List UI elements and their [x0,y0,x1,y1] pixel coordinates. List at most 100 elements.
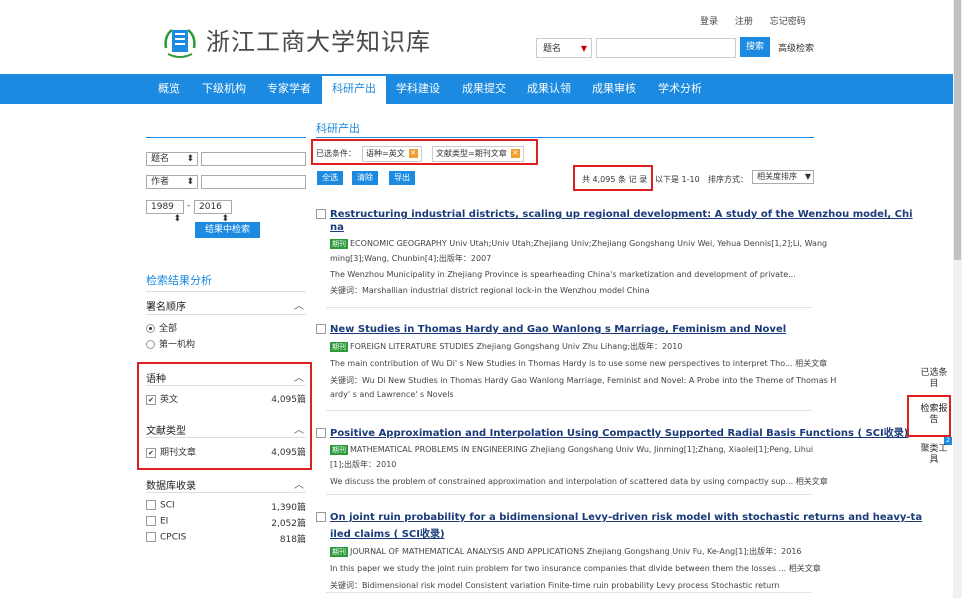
filter-input-1[interactable] [201,152,306,166]
search-in-results-button[interactable]: 结果中检索 [195,222,260,238]
result-meta-text: FOREIGN LITERATURE STUDIES Zhejiang Gong… [350,342,683,351]
result-title-cont[interactable]: iled claims ( SCI收录) [330,525,922,540]
total-count: 共 4,095 条 记 录 [582,175,648,184]
nav-overview[interactable]: 概览 [158,74,180,104]
nav-analysis[interactable]: 学术分析 [658,74,702,104]
checkbox-icon[interactable] [316,512,326,522]
option-label: 期刊文章 [160,448,197,458]
checkbox-checked-icon[interactable]: ✔ [146,394,156,405]
section-title: 科研产出 [316,122,360,135]
nav-submit[interactable]: 成果提交 [462,74,506,104]
search-field-select[interactable]: 题名 ▼ [536,38,592,58]
remove-icon[interactable]: ✕ [408,149,418,158]
nav-experts[interactable]: 专家学者 [267,74,311,104]
collapse-icon[interactable]: ︿ [294,476,304,491]
journal-tag: 期刊 [330,342,348,352]
remove-icon[interactable]: ✕ [510,149,520,158]
filter-field-value-2: 作者 [151,177,170,187]
page-scrollbar[interactable] [953,0,962,598]
divider [146,492,306,493]
left-panel-divider [146,137,306,138]
export-button[interactable]: 导出 [389,171,415,185]
checkbox-icon[interactable] [146,516,156,526]
nav-sub-institutions[interactable]: 下级机构 [202,74,246,104]
checkbox-checked-icon[interactable]: ✔ [146,447,156,458]
language-option-english[interactable]: ✔ 英文 [146,392,178,405]
search-field-value: 题名 [543,44,562,54]
result-title-text-1[interactable]: On joint ruin probability for a bidimens… [330,512,922,523]
doc-type-title: 文献类型 [146,426,186,437]
result-title-text-1[interactable]: New Studies in Thomas Hardy and Gao Wanl… [330,324,786,335]
result-item: Positive Approximation and Interpolation… [316,424,908,487]
select-all-button[interactable]: 全选 [317,171,343,185]
university-logo-icon [164,29,196,58]
option-label: 英文 [160,395,179,405]
spinner-icon: ⬍ [173,214,181,224]
login-link[interactable]: 登录 [700,17,718,27]
scrollbar-thumb[interactable] [954,0,961,260]
cluster-tool[interactable]: 聚类工具 [920,444,948,466]
database-title: 数据库收录 [146,481,196,492]
result-item: On joint ruin probability for a bidimens… [316,512,922,591]
facet-count: 1,390篇 [271,503,306,513]
checkbox-icon[interactable] [146,532,156,542]
condition-tag-label: 文献类型=期刊文章 [436,149,507,158]
year-to-value: 2016 [199,202,222,212]
author-order-first[interactable]: 第一机构 [146,337,195,350]
result-keywords-cont: ardy' s and Lawrence' s Novels [330,390,454,399]
result-keywords: 关键词：Wu Di New Studies in Thomas Hardy Ga… [330,376,837,385]
nav-review[interactable]: 成果审核 [592,74,636,104]
filter-input-2[interactable] [201,175,306,189]
checkbox-icon[interactable] [316,428,326,438]
result-meta-cont: ming[3];Wang, Chunbin[4];出版年：2007 [330,254,492,263]
db-option-sci[interactable]: SCI [146,500,175,511]
radio-icon[interactable] [146,340,155,349]
checkbox-icon[interactable] [316,209,326,219]
filter-field-select-2[interactable]: 作者 ⬍ [146,175,198,189]
search-button[interactable]: 搜索 [740,37,770,57]
result-title[interactable]: Positive Approximation and Interpolation… [316,424,908,439]
forgot-password-link[interactable]: 忘记密码 [770,17,806,27]
advanced-search-link[interactable]: 高级检索 [778,41,814,54]
spinner-icon: ⬍ [186,154,194,164]
year-from-select[interactable]: 1989 ⬍ [146,200,184,224]
condition-tag-label: 语种=英文 [366,149,405,158]
site-title: 浙江工商大学知识库 [206,28,431,56]
db-option-ei[interactable]: EI [146,516,168,527]
result-item: Restructuring industrial districts, scal… [316,209,913,296]
nav-disciplines[interactable]: 学科建设 [396,74,440,104]
result-title-text-1[interactable]: Positive Approximation and Interpolation… [330,428,908,439]
result-title[interactable]: On joint ruin probability for a bidimens… [316,512,922,523]
divider [146,314,306,315]
db-option-cpcis[interactable]: CPCIS [146,532,186,543]
register-link[interactable]: 注册 [735,17,753,27]
spinner-icon: ⬍ [186,177,194,187]
nav-claim[interactable]: 成果认领 [527,74,571,104]
filter-field-select-1[interactable]: 题名 ⬍ [146,152,198,166]
collapse-icon[interactable]: ︿ [294,297,304,312]
author-order-all[interactable]: 全部 [146,321,177,334]
result-keywords: 关键词：Bidimensional risk model Consistent … [330,581,780,590]
selected-items-tool[interactable]: 已选条目 [920,368,948,390]
section-divider [316,137,814,138]
result-title-cont[interactable]: na [330,222,913,233]
collapse-icon[interactable]: ︿ [294,369,304,384]
collapse-icon[interactable]: ︿ [294,421,304,436]
result-title-text-1[interactable]: Restructuring industrial districts, scal… [330,209,913,220]
result-title[interactable]: Restructuring industrial districts, scal… [316,209,913,220]
clear-button[interactable]: 清除 [352,171,378,185]
nav-research-output[interactable]: 科研产出 [322,74,386,104]
result-divider [326,307,812,308]
result-meta: 期刊 JOURNAL OF MATHEMATICAL ANALYSIS AND A… [330,546,922,557]
year-to-select[interactable]: 2016 ⬍ [194,200,232,224]
radio-selected-icon[interactable] [146,324,155,333]
result-abstract: In this paper we study the joint ruin pr… [330,564,821,573]
checkbox-icon[interactable] [146,500,156,510]
doc-type-option-journal[interactable]: ✔ 期刊文章 [146,445,196,458]
result-title[interactable]: New Studies in Thomas Hardy and Gao Wanl… [316,324,836,335]
search-report-tool[interactable]: 检索报告 [920,404,948,426]
sort-select[interactable]: 相关度排序 ▼ [752,170,814,184]
top-links: 登录 注册 忘记密码 [700,14,820,27]
search-input[interactable] [596,38,736,58]
checkbox-icon[interactable] [316,324,326,334]
